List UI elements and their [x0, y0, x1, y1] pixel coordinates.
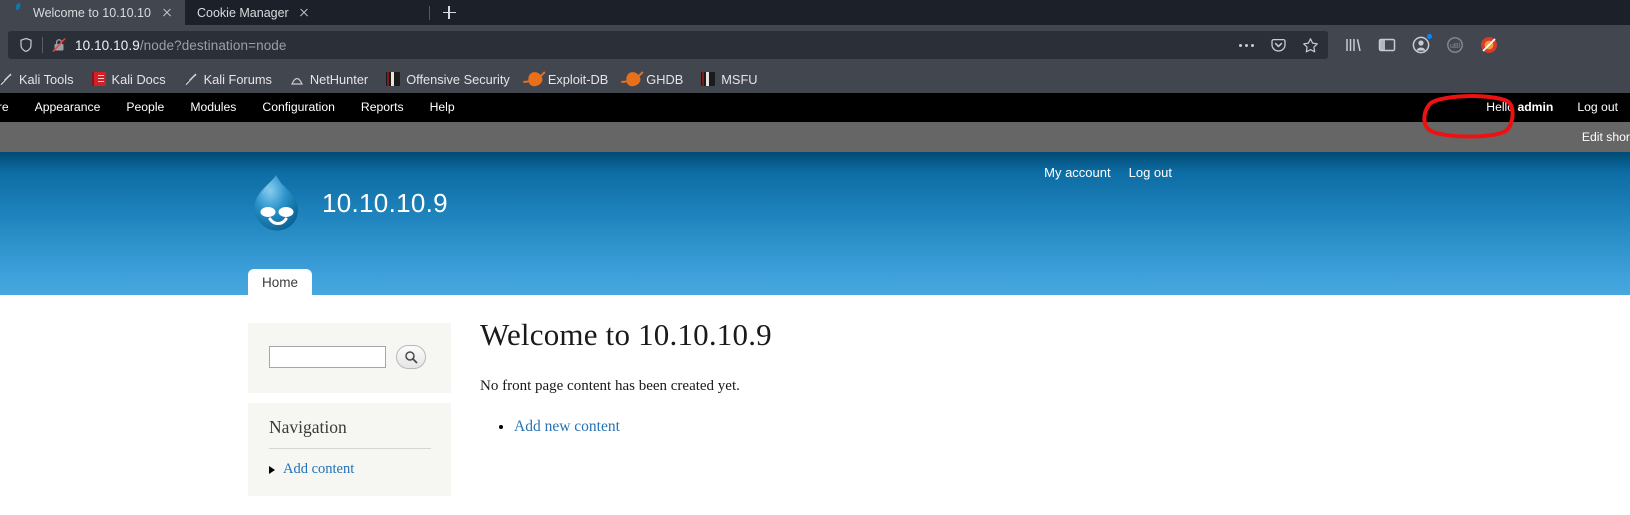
- tab-title: Welcome to 10.10.10.9 |: [33, 5, 152, 20]
- list-item: Add new content: [514, 415, 1380, 438]
- browser-window: Welcome to 10.10.10.9 | Cookie Manager: [0, 0, 1630, 93]
- page-title: Welcome to 10.10.10.9: [480, 317, 772, 352]
- red-book-icon: [91, 72, 106, 86]
- bookmark-exploit-db[interactable]: Exploit-DB: [519, 67, 617, 91]
- site-body: Navigation Add content Welcome to 10.10.…: [0, 295, 1630, 515]
- bug-icon: [525, 69, 545, 89]
- username: admin: [1517, 100, 1554, 114]
- admin-menu: ure Appearance People Modules Configurat…: [0, 93, 468, 122]
- site-header: My account Log out 10.10.10.9 Home: [0, 152, 1630, 295]
- tab-title: Cookie Manager: [197, 5, 289, 20]
- main-content: Welcome to 10.10.10.9 No front page cont…: [480, 317, 1380, 438]
- blocker-icon[interactable]: [1478, 34, 1500, 56]
- nav-item-add-content[interactable]: Add content: [269, 461, 431, 478]
- search-icon: [405, 351, 418, 364]
- search-block: [248, 323, 451, 393]
- bookmark-offensive-security[interactable]: Offensive Security: [377, 67, 519, 91]
- bookmarks-bar: Kali Tools Kali Docs Kali Forums NetHunt…: [0, 65, 1630, 93]
- site-name: 10.10.10.9: [322, 187, 448, 218]
- offsec-icon: [386, 72, 401, 86]
- admin-menu-item-structure[interactable]: ure: [0, 93, 22, 122]
- druplicon-icon: [12, 6, 26, 20]
- bookmark-kali-tools[interactable]: Kali Tools: [0, 67, 83, 91]
- bookmark-label: Kali Docs: [111, 71, 166, 87]
- sidebar-toggle-icon[interactable]: [1376, 34, 1398, 56]
- nav-item-label[interactable]: Add content: [283, 461, 354, 478]
- bookmark-label: Kali Forums: [203, 71, 272, 87]
- drupal-shortcut-bar: Edit shor: [0, 122, 1630, 152]
- bookmark-label: Offensive Security: [406, 71, 510, 87]
- browser-toolbar-icons: uBl: [1342, 33, 1497, 56]
- navigation-title: Navigation: [269, 417, 431, 449]
- bookmark-star-icon[interactable]: [1298, 33, 1322, 57]
- extension-icon[interactable]: uBl: [1444, 34, 1466, 56]
- close-icon[interactable]: [159, 5, 175, 21]
- sidebar: Navigation Add content: [248, 323, 451, 496]
- url-text[interactable]: 10.10.10.9/node?destination=node: [75, 38, 1226, 53]
- bookmark-nethunter[interactable]: NetHunter: [281, 67, 377, 91]
- shield-icon[interactable]: [18, 37, 34, 53]
- browser-tab-active[interactable]: Welcome to 10.10.10.9 |: [0, 0, 185, 25]
- browser-tab-inactive[interactable]: Cookie Manager: [185, 0, 425, 25]
- admin-menu-item-people[interactable]: People: [113, 93, 177, 122]
- admin-menu-item-appearance[interactable]: Appearance: [22, 93, 114, 122]
- site-logout-link[interactable]: Log out: [1129, 165, 1172, 180]
- bookmark-kali-forums[interactable]: Kali Forums: [175, 67, 281, 91]
- url-host: 10.10.10.9: [75, 37, 140, 53]
- search-button[interactable]: [396, 345, 426, 369]
- url-path: /node?destination=node: [139, 37, 287, 53]
- msfu-icon: [701, 72, 716, 86]
- broken-lock-icon[interactable]: [51, 37, 67, 53]
- bookmark-label: MSFU: [721, 71, 758, 87]
- greeting-prefix: Hello: [1486, 100, 1518, 114]
- site-branding[interactable]: 10.10.10.9: [248, 172, 448, 234]
- greeting-text: Hello admin: [1472, 93, 1567, 122]
- kali-tool-icon: [184, 72, 198, 86]
- search-input[interactable]: [269, 346, 386, 368]
- content-link-list: Add new content: [480, 415, 1380, 438]
- drupal-admin-toolbar: ure Appearance People Modules Configurat…: [0, 93, 1630, 122]
- bookmark-label: Exploit-DB: [547, 71, 609, 87]
- library-icon[interactable]: [1342, 34, 1364, 56]
- druplicon-icon: [248, 172, 304, 234]
- divider: [42, 37, 43, 53]
- admin-user-area: Hello admin Log out: [1472, 93, 1630, 122]
- bookmark-label: NetHunter: [309, 71, 369, 87]
- admin-menu-item-configuration[interactable]: Configuration: [249, 93, 348, 122]
- nethunter-icon: [290, 72, 304, 86]
- account-icon[interactable]: [1410, 33, 1433, 56]
- bookmark-label: Kali Tools: [19, 71, 74, 87]
- bookmark-label: GHDB: [646, 71, 684, 87]
- bookmark-msfu[interactable]: MSFU: [692, 67, 766, 91]
- svg-text:uBl: uBl: [1450, 43, 1461, 50]
- tab-home[interactable]: Home: [248, 269, 313, 295]
- admin-logout-link[interactable]: Log out: [1567, 93, 1630, 122]
- url-bar[interactable]: 10.10.10.9/node?destination=node: [8, 31, 1328, 59]
- bookmark-kali-docs[interactable]: Kali Docs: [83, 67, 175, 91]
- my-account-link[interactable]: My account: [1044, 165, 1110, 180]
- primary-tabs: Home: [248, 269, 313, 295]
- close-icon[interactable]: [296, 5, 312, 21]
- page-paragraph: No front page content has been created y…: [480, 378, 740, 394]
- kali-tool-icon: [0, 72, 13, 86]
- admin-menu-item-modules[interactable]: Modules: [177, 93, 249, 122]
- navigation-block: Navigation Add content: [248, 403, 451, 496]
- new-tab-button[interactable]: [434, 0, 464, 25]
- add-new-content-link[interactable]: Add new content: [514, 418, 620, 435]
- navigation-toolbar: 10.10.10.9/node?destination=node uBl: [0, 25, 1630, 65]
- bookmark-ghdb[interactable]: GHDB: [617, 67, 692, 91]
- tab-strip: Welcome to 10.10.10.9 | Cookie Manager: [0, 0, 1630, 25]
- edit-shortcuts-link[interactable]: Edit shor: [1582, 130, 1630, 144]
- account-badge: [1426, 33, 1433, 40]
- bug-icon: [623, 69, 643, 89]
- caret-right-icon: [269, 465, 275, 474]
- pocket-icon[interactable]: [1266, 33, 1290, 57]
- divider: [429, 5, 430, 20]
- site-user-links: My account Log out: [1044, 165, 1172, 180]
- admin-menu-item-help[interactable]: Help: [417, 93, 468, 122]
- page-actions-ellipsis[interactable]: [1234, 33, 1258, 57]
- admin-menu-item-reports[interactable]: Reports: [348, 93, 417, 122]
